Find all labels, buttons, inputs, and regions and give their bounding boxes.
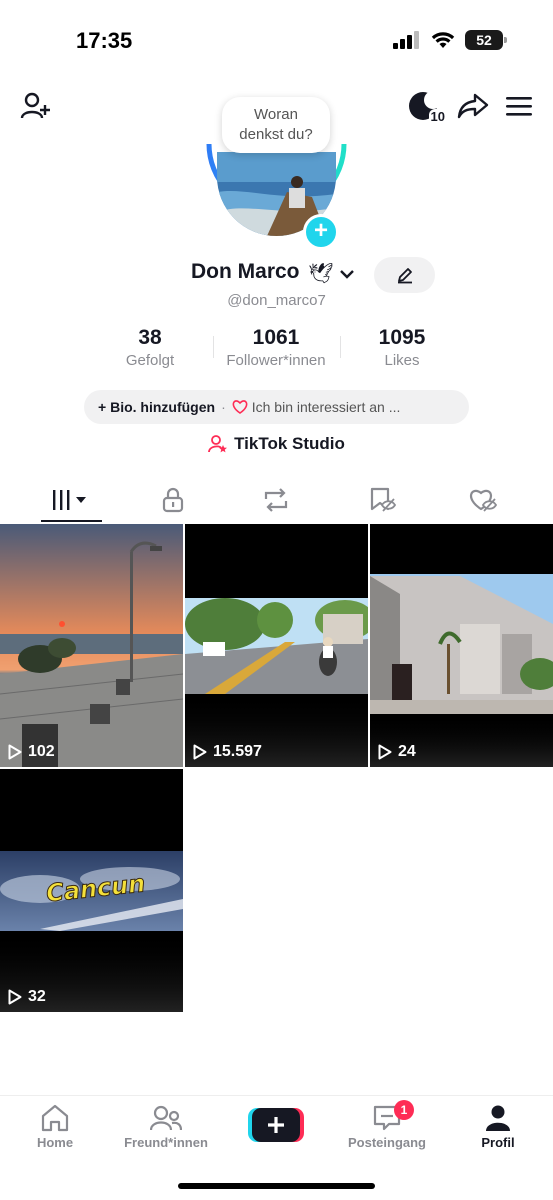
view-count-value: 32	[28, 988, 46, 1005]
thought-bubble-line2: denkst du?	[239, 126, 313, 143]
video-thumbnail	[185, 524, 368, 767]
profile-tabs	[0, 480, 553, 524]
battery-icon: 52	[465, 30, 507, 50]
thought-bubble[interactable]: Woran denkst du?	[222, 97, 330, 153]
play-icon	[8, 744, 22, 760]
stat-divider	[340, 336, 341, 358]
tab-reposts[interactable]	[231, 480, 321, 520]
tab-private[interactable]	[128, 480, 218, 520]
pencil-icon	[397, 268, 412, 284]
tab-videos[interactable]	[26, 480, 116, 520]
nav-profile[interactable]: Profil	[448, 1104, 548, 1150]
chevron-down-icon[interactable]	[338, 265, 356, 283]
view-count: 15.597	[193, 743, 262, 761]
create-button[interactable]	[248, 1108, 304, 1142]
play-icon	[378, 744, 392, 760]
profile-icon	[486, 1105, 510, 1131]
thought-bubble-line1: Woran	[254, 106, 298, 123]
add-bio-label: Bio. hinzufügen	[110, 399, 216, 415]
status-bar: 17:35 52	[0, 0, 553, 80]
tiktok-studio-link[interactable]: TikTok Studio	[0, 434, 553, 454]
edit-profile-button[interactable]	[374, 257, 435, 293]
stat-label: Follower*innen	[226, 352, 326, 369]
add-story-button[interactable]: +	[303, 214, 339, 250]
grid-videos-icon	[53, 490, 86, 510]
stat-label: Gefolgt	[125, 352, 175, 369]
signal-icon	[393, 31, 419, 49]
top-nav-actions: 10	[407, 90, 533, 124]
video-thumbnail	[0, 524, 183, 767]
nav-inbox-label: Posteingang	[347, 1135, 426, 1150]
night-mode-button[interactable]: 10	[407, 90, 447, 124]
wifi-icon	[431, 32, 455, 48]
home-icon	[41, 1104, 69, 1132]
status-icons: 52	[393, 30, 507, 50]
moon-badge: 10	[428, 109, 447, 124]
stat-value: 1095	[378, 326, 426, 349]
view-count-value: 102	[28, 743, 55, 760]
profile-stats: 38 Gefolgt 1061 Follower*innen 1095 Like…	[0, 326, 553, 376]
video-thumbnail	[370, 524, 553, 767]
nav-home-label: Home	[36, 1135, 74, 1150]
heart-hidden-icon	[470, 489, 498, 512]
dove-icon: 🕊	[308, 263, 334, 285]
profile-handle: @don_marco7	[227, 292, 326, 309]
lock-icon	[162, 487, 184, 513]
stat-following[interactable]: 38 Gefolgt	[100, 326, 200, 369]
friends-icon	[150, 1105, 182, 1131]
add-friend-icon[interactable]	[20, 90, 52, 122]
name-row: Don Marco 🕊	[0, 257, 553, 293]
heart-icon	[232, 400, 248, 414]
stat-value: 38	[138, 326, 162, 349]
tab-liked[interactable]	[438, 480, 528, 520]
share-icon[interactable]	[457, 92, 489, 120]
stat-likes[interactable]: 1095 Likes	[352, 326, 452, 369]
nav-friends[interactable]: Freund*innen	[116, 1104, 216, 1150]
add-bio-button[interactable]: + Bio. hinzufügen	[98, 399, 215, 415]
stat-followers[interactable]: 1061 Follower*innen	[214, 326, 338, 369]
view-count-value: 15.597	[213, 743, 262, 760]
view-count: 102	[8, 743, 55, 761]
video-tile[interactable]: 102	[0, 524, 183, 767]
home-indicator	[178, 1183, 375, 1189]
stat-value: 1061	[252, 326, 300, 349]
repost-icon	[264, 488, 288, 512]
view-count: 32	[8, 988, 46, 1006]
nav-home[interactable]: Home	[5, 1104, 105, 1150]
bio-pill[interactable]: + Bio. hinzufügen · Ich bin interessiert…	[84, 390, 469, 424]
video-tile[interactable]: 24	[370, 524, 553, 767]
play-icon	[193, 744, 207, 760]
battery-level: 52	[476, 32, 492, 48]
nav-inbox[interactable]: Posteingang	[337, 1104, 437, 1150]
studio-icon	[208, 435, 228, 453]
view-count-value: 24	[398, 743, 416, 760]
video-tile[interactable]: Cancun 32	[0, 769, 183, 1012]
inbox-badge: 1	[394, 1100, 414, 1120]
studio-label: TikTok Studio	[234, 434, 345, 453]
bookmark-hidden-icon	[370, 487, 396, 512]
menu-icon[interactable]	[505, 94, 533, 118]
video-thumbnail: Cancun	[0, 769, 183, 1012]
active-tab-indicator	[41, 520, 102, 522]
tab-favorites[interactable]	[337, 480, 427, 520]
status-time: 17:35	[76, 28, 133, 53]
play-icon	[8, 989, 22, 1005]
video-tile[interactable]: 15.597	[185, 524, 368, 767]
interests-button[interactable]: Ich bin interessiert an ...	[252, 399, 401, 415]
nav-profile-label: Profil	[481, 1135, 515, 1150]
view-count: 24	[378, 743, 416, 761]
display-name: Don Marco	[191, 260, 300, 283]
separator-dot: ·	[221, 399, 226, 415]
nav-friends-label: Freund*innen	[124, 1135, 208, 1150]
stat-label: Likes	[384, 352, 420, 369]
